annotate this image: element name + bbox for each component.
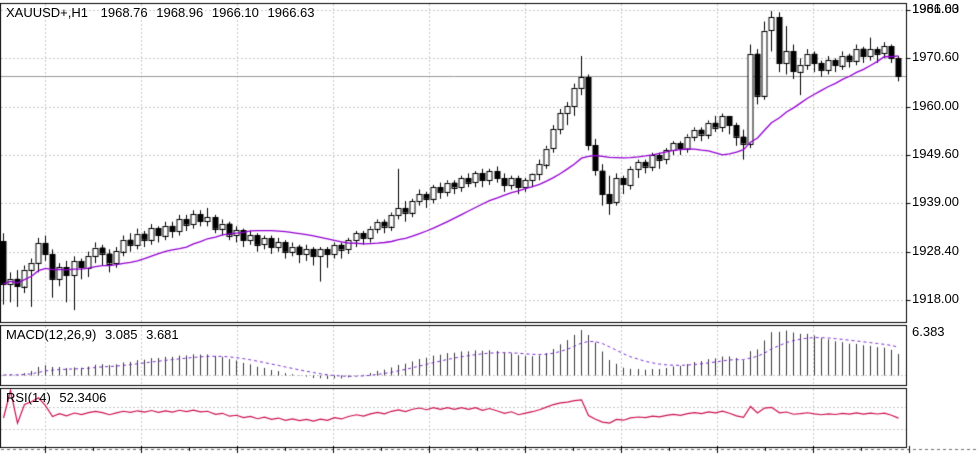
macd-axis-label: 6.383	[912, 325, 945, 339]
chart-canvas[interactable]	[0, 0, 980, 475]
current-price-value: 1966.63	[912, 1, 959, 16]
rsi-header: RSI(14) 52.3406	[6, 390, 111, 405]
mt4-chart-window: XAUUSD+,H1 1968.76 1968.96 1966.10 1966.…	[0, 0, 980, 475]
price-axis-label: 1970.60	[912, 50, 959, 64]
macd-signal-value: 3.681	[146, 327, 179, 342]
bar-high-value: 1968.96	[156, 5, 203, 20]
bar-open-value: 1968.76	[101, 5, 148, 20]
time-axis[interactable]	[0, 448, 980, 475]
price-axis-label: 1949.60	[912, 147, 959, 161]
chart-header: XAUUSD+,H1 1968.76 1968.96 1966.10 1966.…	[6, 5, 320, 20]
price-axis-label: 1928.40	[912, 244, 959, 258]
macd-main-value: 3.085	[105, 327, 138, 342]
macd-header: MACD(12,26,9) 3.085 3.681	[6, 327, 184, 342]
macd-label: MACD(12,26,9)	[6, 327, 96, 342]
price-axis-label: 1918.00	[912, 292, 959, 306]
bar-close-value: 1966.63	[268, 5, 315, 20]
price-axis-label: 1960.00	[912, 99, 959, 113]
bar-low-value: 1966.10	[212, 5, 259, 20]
symbol-period-label: XAUUSD+,H1	[6, 5, 88, 20]
price-axis-label: 1939.00	[912, 195, 959, 209]
price-scale[interactable]: 1981.001970.601960.001949.601939.001928.…	[907, 0, 980, 448]
rsi-label: RSI(14)	[6, 390, 51, 405]
rsi-value: 52.3406	[59, 390, 106, 405]
current-price-badge: 1966.63	[906, 0, 980, 17]
